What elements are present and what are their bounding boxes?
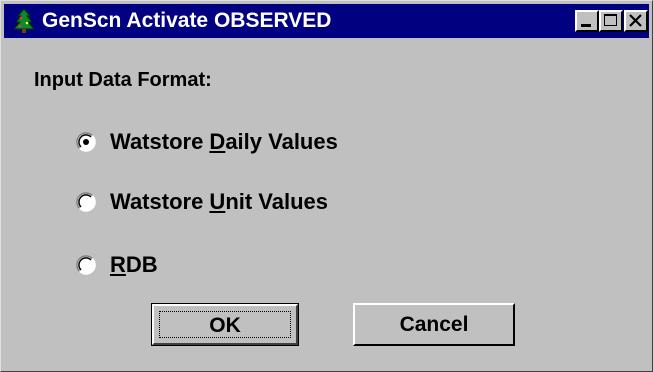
radio-button-icon[interactable] <box>76 192 96 212</box>
maximize-button[interactable] <box>599 10 623 32</box>
window-title: GenScn Activate OBSERVED <box>42 9 332 32</box>
radio-button-icon[interactable] <box>76 132 96 152</box>
ok-button-label: OK <box>159 311 291 338</box>
radio-label: Watstore Daily Values <box>110 129 338 154</box>
cancel-button[interactable]: Cancel <box>353 303 515 346</box>
input-format-label: Input Data Format: <box>34 69 212 91</box>
close-button[interactable] <box>624 10 648 32</box>
radio-watstore-unit[interactable]: Watstore Unit Values <box>76 187 476 217</box>
radio-button-icon[interactable] <box>76 255 96 275</box>
ok-button[interactable]: OK <box>151 303 299 346</box>
radio-rdb[interactable]: RDB <box>76 250 476 280</box>
minimize-button[interactable] <box>575 10 599 32</box>
radio-label: Watstore Unit Values <box>110 189 329 214</box>
tree-icon <box>12 8 36 34</box>
title-bar[interactable]: GenScn Activate OBSERVED <box>4 4 649 38</box>
dialog-window: GenScn Activate OBSERVED Input Data Form… <box>0 0 653 372</box>
radio-watstore-daily[interactable]: Watstore Daily Values <box>76 127 476 157</box>
radio-label: RDB <box>110 252 158 277</box>
